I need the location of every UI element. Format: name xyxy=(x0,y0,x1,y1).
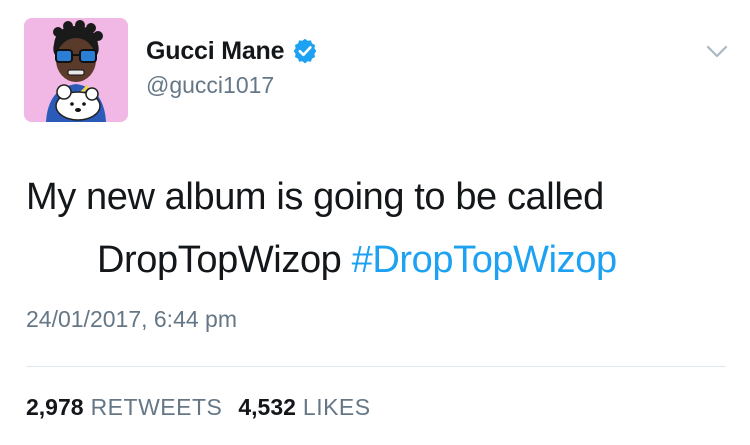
retweets-label: RETWEETS xyxy=(90,394,223,420)
tweet-text-line-2: DropTopWizop #DropTopWizop xyxy=(26,229,726,292)
tweet-text-plain: DropTopWizop xyxy=(97,239,342,281)
user-handle[interactable]: @gucci1017 xyxy=(146,72,274,99)
tweet-text-line-1: My new album is going to be called xyxy=(26,176,604,218)
likes-stat[interactable]: 4,532 LIKES xyxy=(238,394,370,421)
tweet-text: My new album is going to be called DropT… xyxy=(26,166,726,292)
avatar[interactable] xyxy=(24,18,128,122)
verified-badge-icon xyxy=(292,38,318,64)
divider xyxy=(26,366,726,367)
likes-count: 4,532 xyxy=(238,394,296,420)
tweet-card: Gucci Mane @gucci1017 My new album is go… xyxy=(0,0,750,445)
display-name[interactable]: Gucci Mane xyxy=(146,37,285,66)
avatar-illustration-icon xyxy=(24,18,128,122)
hashtag-link[interactable]: #DropTopWizop xyxy=(352,239,618,281)
tweet-timestamp[interactable]: 24/01/2017, 6:44 pm xyxy=(26,306,237,333)
retweets-count: 2,978 xyxy=(26,394,84,420)
tweet-stats: 2,978 RETWEETS 4,532 LIKES xyxy=(26,394,371,421)
likes-label: LIKES xyxy=(302,394,371,420)
retweets-stat[interactable]: 2,978 RETWEETS xyxy=(26,394,222,421)
chevron-down-icon[interactable] xyxy=(705,44,729,60)
name-row: Gucci Mane xyxy=(146,34,318,68)
